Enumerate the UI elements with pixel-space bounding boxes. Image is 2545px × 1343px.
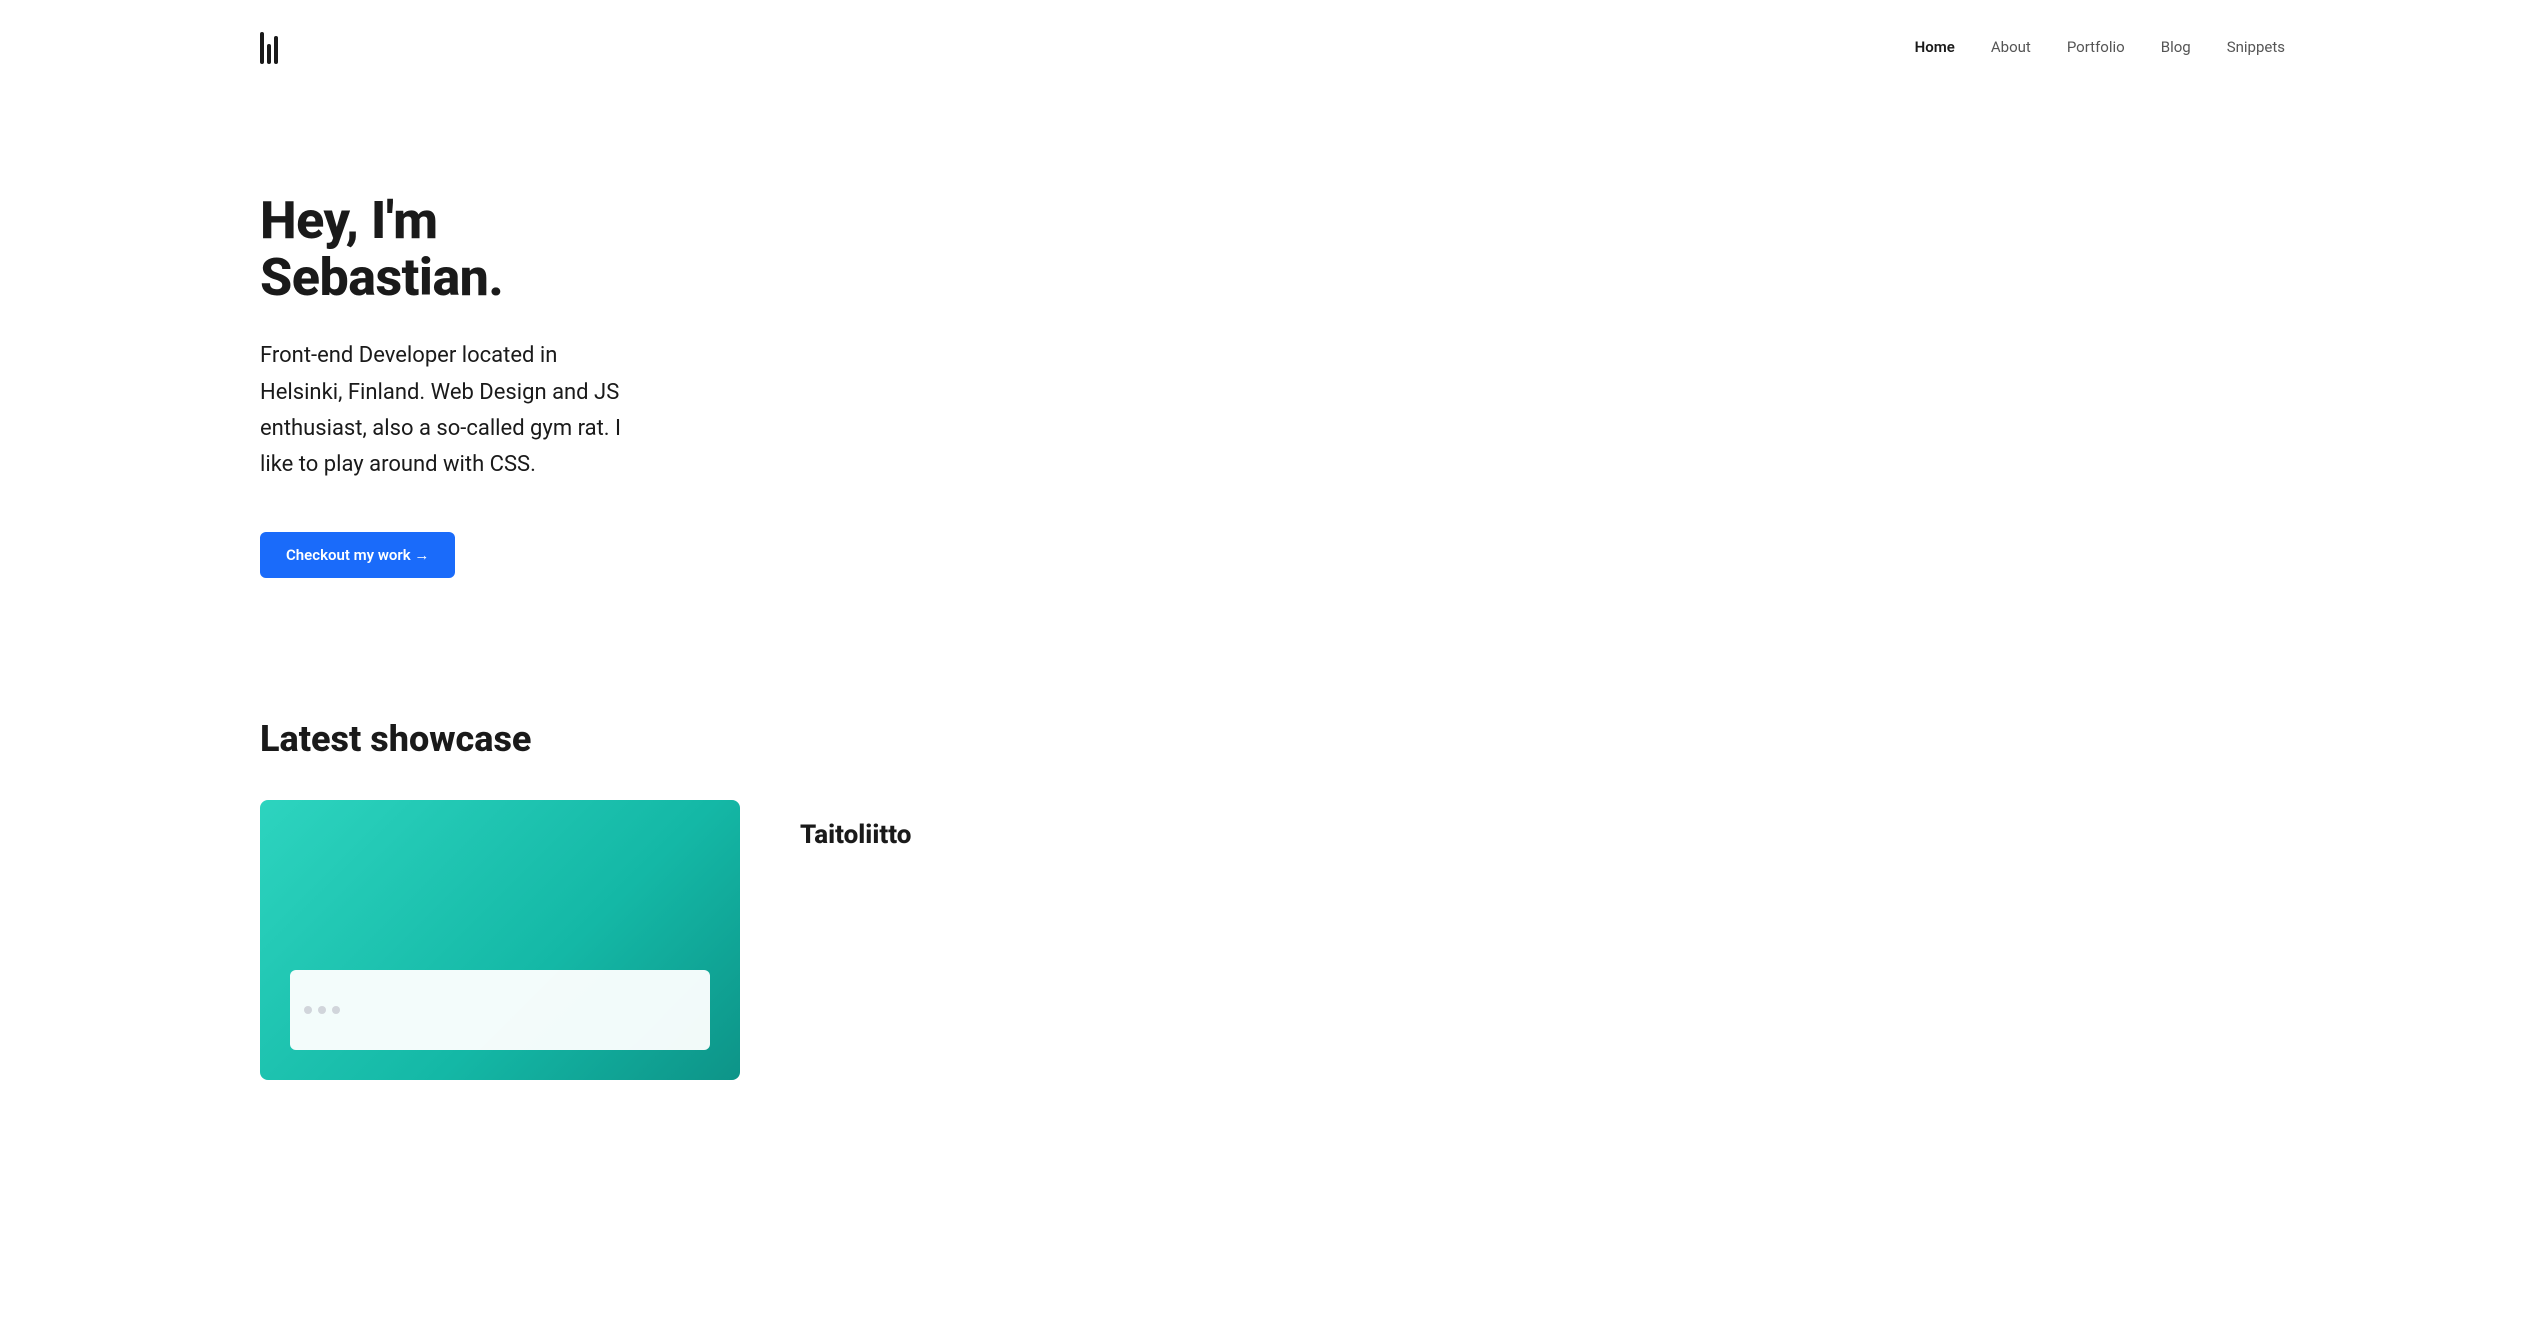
nav-link-blog[interactable]: Blog <box>2161 38 2191 56</box>
checkout-work-button[interactable]: Checkout my work → <box>260 532 455 578</box>
showcase-thumbnail[interactable] <box>260 800 740 1080</box>
nav-link-portfolio[interactable]: Portfolio <box>2067 38 2125 56</box>
showcase-heading: Latest showcase <box>260 718 2285 760</box>
showcase-section: Latest showcase Taitoliitto <box>0 658 2545 1140</box>
nav-item-portfolio[interactable]: Portfolio <box>2067 37 2125 56</box>
browser-dot-2 <box>318 1006 326 1014</box>
browser-dot-3 <box>332 1006 340 1014</box>
nav-item-snippets[interactable]: Snippets <box>2227 37 2285 56</box>
browser-dot-1 <box>304 1006 312 1014</box>
showcase-title: Taitoliitto <box>800 820 911 850</box>
hero-heading: Hey, I'm Sebastian. <box>260 192 640 306</box>
nav-link-home[interactable]: Home <box>1915 38 1955 56</box>
logo-bar-3 <box>274 36 278 64</box>
hero-section: Hey, I'm Sebastian. Front-end Developer … <box>0 92 900 658</box>
nav-item-home[interactable]: Home <box>1915 37 1955 56</box>
browser-bar <box>290 970 710 1050</box>
nav-item-about[interactable]: About <box>1991 37 2031 56</box>
main-nav: Home About Portfolio Blog Snippets <box>0 0 2545 92</box>
nav-links: Home About Portfolio Blog Snippets <box>1915 37 2285 56</box>
site-logo[interactable] <box>260 28 278 64</box>
logo-icon <box>260 28 278 64</box>
showcase-card: Taitoliitto <box>260 800 2285 1080</box>
nav-link-snippets[interactable]: Snippets <box>2227 38 2285 56</box>
showcase-info: Taitoliitto <box>800 800 911 850</box>
nav-item-blog[interactable]: Blog <box>2161 37 2191 56</box>
logo-bar-1 <box>260 32 264 64</box>
hero-description: Front-end Developer located in Helsinki,… <box>260 338 640 483</box>
logo-bar-2 <box>267 44 271 64</box>
nav-link-about[interactable]: About <box>1991 38 2031 56</box>
